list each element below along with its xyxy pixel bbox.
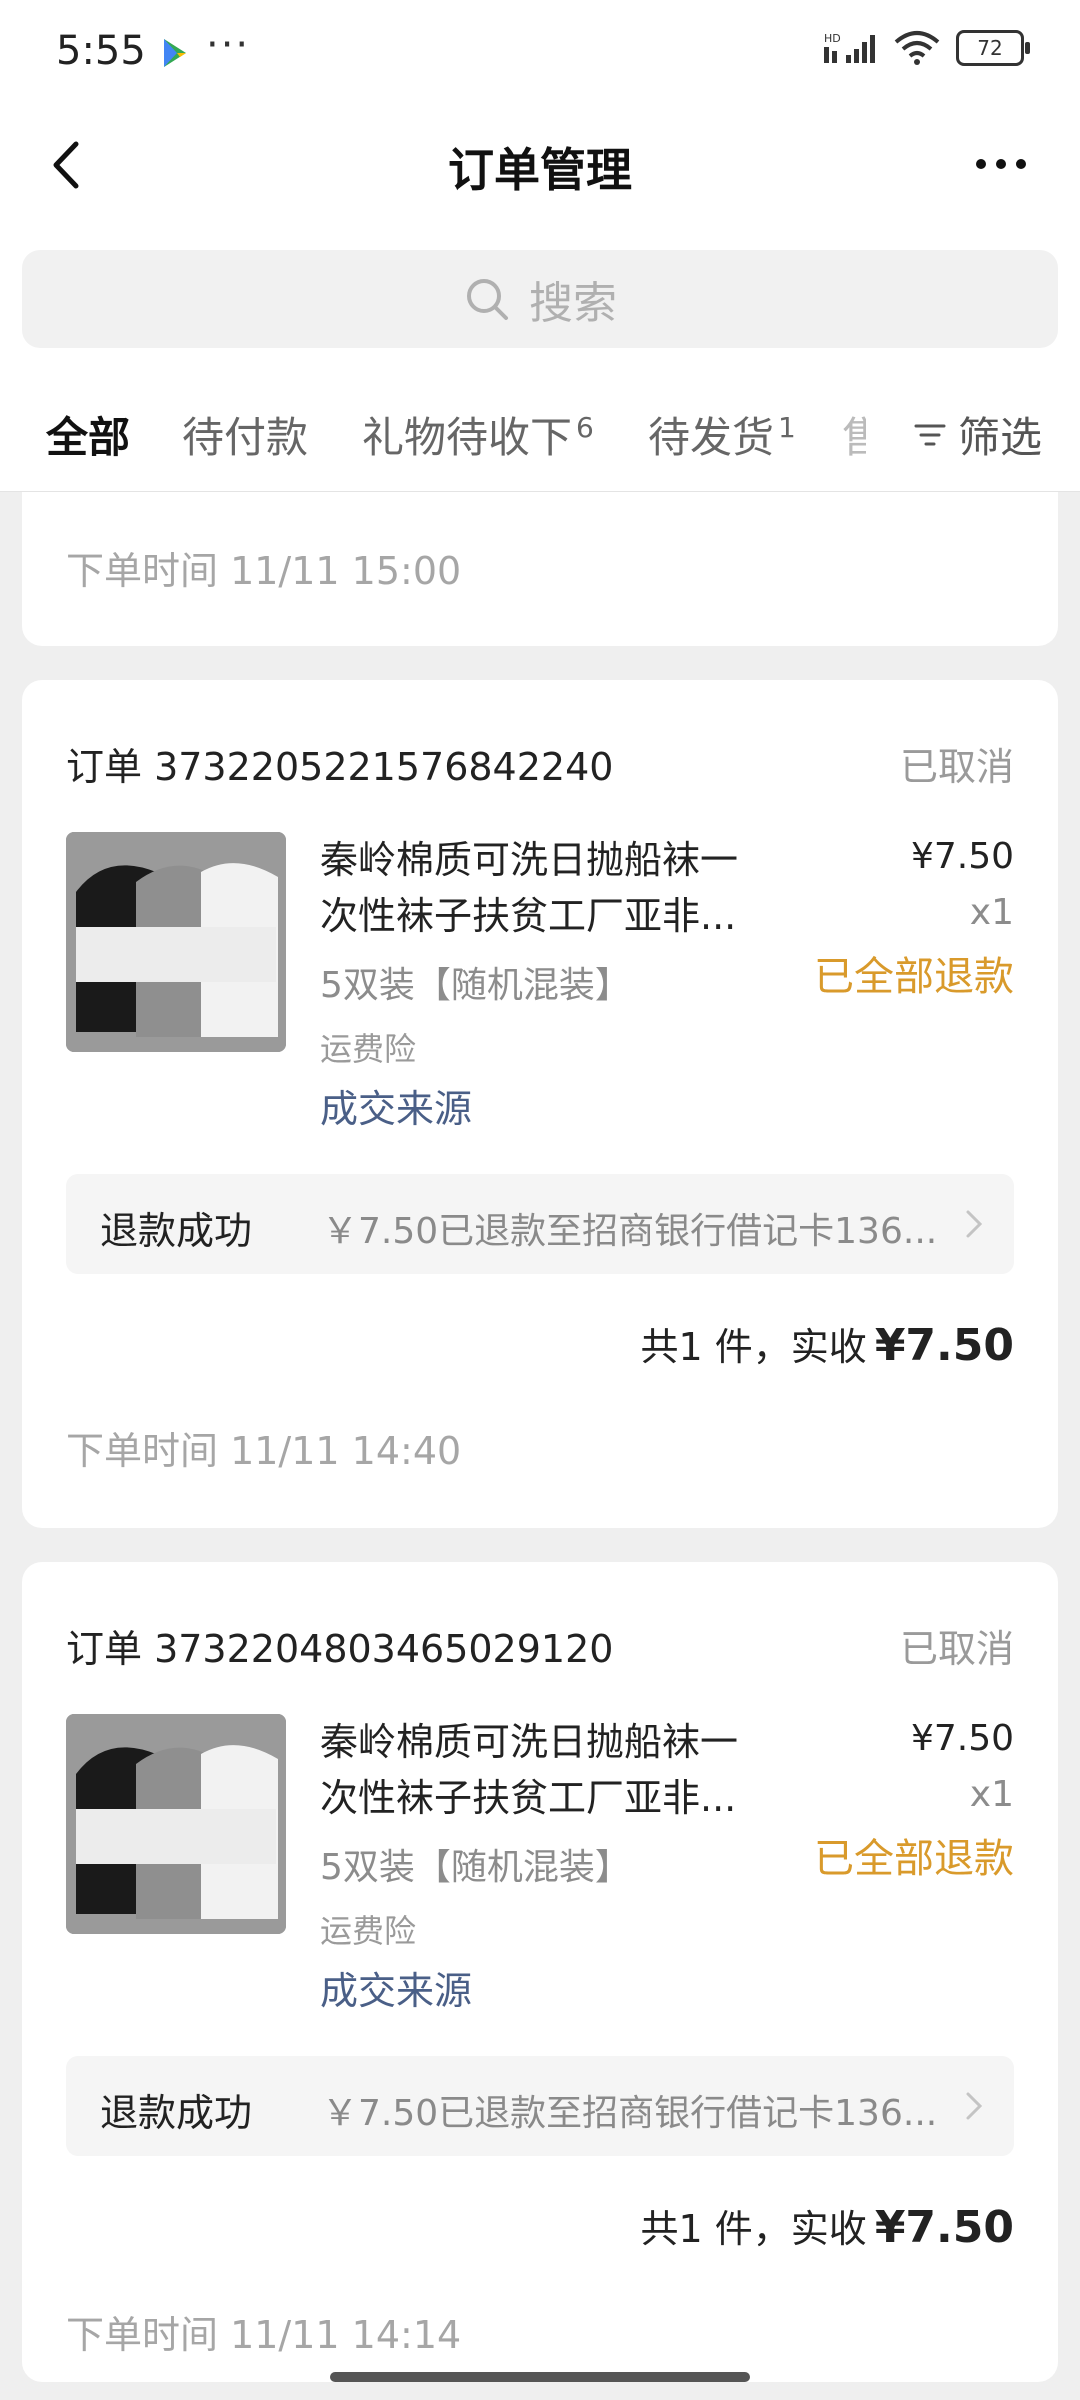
refund-label: 退款成功: [100, 1209, 253, 1253]
wifi-icon: [894, 31, 940, 65]
product-title-line-1: 秦岭棉质可洗日抛船袜一: [320, 1720, 739, 1764]
search-icon: [467, 279, 508, 320]
order-card-partial[interactable]: 下单时间 11/11 15:00: [22, 492, 1058, 646]
product-title-line-1: 秦岭棉质可洗日抛船袜一: [320, 838, 739, 882]
refund-info-row[interactable]: 退款成功 ￥7.50已退款至招商银行借记卡136...: [66, 2056, 1014, 2156]
tab-gift-pending[interactable]: 礼物待收下 6: [362, 404, 594, 465]
product-title-line-2: 次性袜子扶贫工厂亚非...: [320, 894, 737, 938]
filter-button[interactable]: 筛选: [893, 404, 1042, 465]
filter-label: 筛选: [957, 413, 1042, 462]
refund-detail: ￥7.50已退款至招商银行借记卡136...: [322, 1211, 938, 1252]
socks-image: [66, 832, 286, 1052]
search-input[interactable]: 搜索: [22, 250, 1058, 348]
total-amount: ¥7.50: [874, 2202, 1014, 2253]
more-options-icon[interactable]: [966, 144, 1036, 184]
chevron-right-icon: [966, 1210, 983, 1238]
refund-label: 退款成功: [100, 2091, 253, 2135]
product-spec: 5双装【随机混装】: [320, 1847, 631, 1888]
search-placeholder: 搜索: [529, 278, 617, 329]
tab-after-sales[interactable]: 售: [842, 404, 866, 465]
order-time: 下单时间 11/11 14:40: [66, 1429, 462, 1473]
page-title: 订单管理: [448, 143, 632, 197]
total-label: 共1 件，实收: [640, 1325, 867, 1369]
battery-indicator: 72: [956, 30, 1030, 66]
tab-gift-pending-count: 6: [576, 411, 594, 444]
product-image[interactable]: [66, 1714, 286, 1934]
deal-source-link[interactable]: 成交来源: [320, 1960, 472, 2015]
order-card[interactable]: 订单 3732204803465029120 已取消 秦岭棉质可洗日抛船袜一 次…: [22, 1562, 1058, 2382]
tab-all[interactable]: 全部: [46, 404, 130, 465]
order-card[interactable]: 订单 3732205221576842240 已取消 秦岭棉质可洗日抛船袜一 次…: [22, 680, 1058, 1528]
status-indicators: HD 72: [824, 30, 1030, 66]
total-label: 共1 件，实收: [640, 2207, 867, 2251]
tab-pending-shipment-count: 1: [778, 411, 796, 444]
refund-info-row[interactable]: 退款成功 ￥7.50已退款至招商银行借记卡136...: [66, 1174, 1014, 1274]
status-bar: 5:55 ··· HD 72: [0, 0, 1080, 110]
product-title[interactable]: 秦岭棉质可洗日抛船袜一 次性袜子扶贫工厂亚非...: [320, 832, 780, 944]
shipping-insurance: 运费险: [320, 1030, 417, 1068]
order-time: 下单时间 11/11 14:14: [66, 2313, 462, 2357]
socks-image: [66, 1714, 286, 1934]
tab-pending-payment[interactable]: 待付款: [182, 404, 308, 465]
header-area: 5:55 ··· HD 72 订单管理 搜索 全部 待付款 礼物待收下 6 待发…: [0, 0, 1080, 492]
product-quantity: x1: [969, 892, 1014, 933]
product-title[interactable]: 秦岭棉质可洗日抛船袜一 次性袜子扶贫工厂亚非...: [320, 1714, 780, 1826]
product-price: ¥7.50: [910, 1718, 1014, 1759]
refund-detail: ￥7.50已退款至招商银行借记卡136...: [322, 2093, 938, 2134]
home-indicator[interactable]: [330, 2372, 750, 2382]
total-amount: ¥7.50: [874, 1320, 1014, 1371]
tab-pending-shipment[interactable]: 待发货 1: [648, 404, 796, 465]
nav-bar: 订单管理: [0, 110, 1080, 220]
deal-source-link[interactable]: 成交来源: [320, 1078, 472, 1133]
order-tabs: 全部 待付款 礼物待收下 6 待发货 1 售 筛选: [0, 380, 1080, 490]
order-total: 共1 件，实收 ¥7.50: [641, 2198, 1014, 2253]
order-number: 订单 3732205221576842240: [66, 745, 614, 789]
refund-status-tag: 已全部退款: [814, 1836, 1014, 1882]
refund-status-tag: 已全部退款: [814, 954, 1014, 1000]
order-status: 已取消: [899, 745, 1014, 789]
shipping-insurance: 运费险: [320, 1912, 417, 1950]
order-time: 下单时间 11/11 15:00: [66, 549, 462, 593]
network-label: HD: [824, 32, 841, 45]
play-store-icon: [164, 39, 186, 67]
order-status: 已取消: [899, 1627, 1014, 1671]
order-total: 共1 件，实收 ¥7.50: [641, 1316, 1014, 1371]
product-price: ¥7.50: [910, 836, 1014, 877]
chevron-right-icon: [966, 2092, 983, 2120]
order-number: 订单 3732204803465029120: [66, 1627, 614, 1671]
product-title-line-2: 次性袜子扶贫工厂亚非...: [320, 1776, 737, 1820]
notification-dots: ···: [206, 22, 251, 68]
signal-icon: HD: [824, 32, 875, 63]
product-quantity: x1: [969, 1774, 1014, 1815]
status-time: 5:55: [56, 28, 146, 74]
filter-icon: [914, 424, 946, 445]
product-spec: 5双装【随机混装】: [320, 965, 631, 1006]
product-image[interactable]: [66, 832, 286, 1052]
